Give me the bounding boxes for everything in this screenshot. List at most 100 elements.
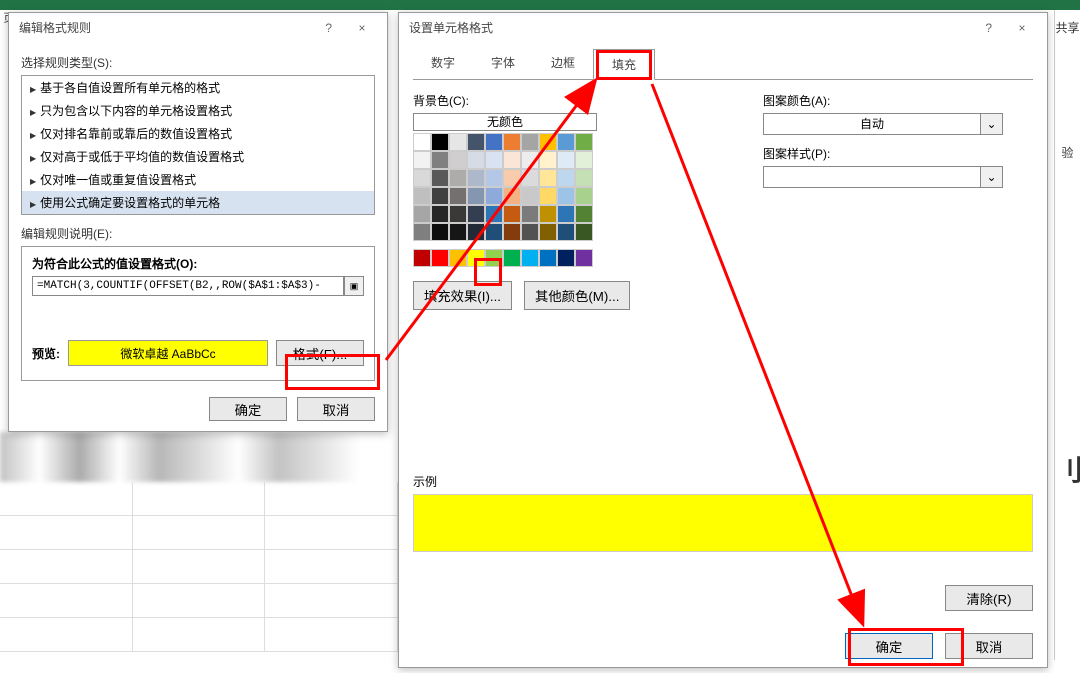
help-icon[interactable]: ? bbox=[314, 21, 344, 35]
color-swatch[interactable] bbox=[521, 205, 539, 223]
color-swatch[interactable] bbox=[521, 223, 539, 241]
color-swatch[interactable] bbox=[485, 223, 503, 241]
color-swatch[interactable] bbox=[485, 205, 503, 223]
color-swatch[interactable] bbox=[431, 169, 449, 187]
color-palette-standard[interactable] bbox=[413, 249, 723, 267]
color-swatch[interactable] bbox=[503, 187, 521, 205]
color-swatch[interactable] bbox=[413, 187, 431, 205]
rule-type-item[interactable]: 使用公式确定要设置格式的单元格 bbox=[22, 191, 374, 214]
pattern-color-combo[interactable]: 自动 ⌄ bbox=[763, 113, 1003, 135]
help-icon[interactable]: ? bbox=[974, 21, 1004, 35]
chevron-down-icon[interactable]: ⌄ bbox=[980, 167, 1002, 187]
color-swatch[interactable] bbox=[413, 133, 431, 151]
color-swatch[interactable] bbox=[467, 205, 485, 223]
color-swatch[interactable] bbox=[521, 133, 539, 151]
color-swatch[interactable] bbox=[467, 187, 485, 205]
ok-button[interactable]: 确定 bbox=[209, 397, 287, 421]
color-swatch[interactable] bbox=[521, 169, 539, 187]
color-swatch[interactable] bbox=[413, 249, 431, 267]
rule-type-item[interactable]: 仅对唯一值或重复值设置格式 bbox=[22, 168, 374, 191]
color-swatch[interactable] bbox=[503, 169, 521, 187]
color-swatch[interactable] bbox=[467, 151, 485, 169]
color-swatch[interactable] bbox=[449, 133, 467, 151]
color-swatch[interactable] bbox=[575, 223, 593, 241]
close-icon[interactable]: × bbox=[1007, 21, 1037, 35]
color-swatch[interactable] bbox=[557, 133, 575, 151]
dialog-titlebar[interactable]: 编辑格式规则 ? × bbox=[9, 13, 387, 42]
color-swatch[interactable] bbox=[557, 249, 575, 267]
color-swatch[interactable] bbox=[557, 223, 575, 241]
color-swatch[interactable] bbox=[503, 205, 521, 223]
pattern-style-combo[interactable]: ⌄ bbox=[763, 166, 1003, 188]
color-swatch[interactable] bbox=[557, 151, 575, 169]
color-swatch[interactable] bbox=[575, 187, 593, 205]
format-button[interactable]: 格式(F)... bbox=[276, 340, 364, 366]
close-icon[interactable]: × bbox=[347, 21, 377, 35]
color-swatch[interactable] bbox=[539, 249, 557, 267]
color-swatch[interactable] bbox=[521, 249, 539, 267]
color-swatch[interactable] bbox=[575, 205, 593, 223]
tab-fill[interactable]: 填充 bbox=[593, 49, 655, 80]
color-swatch[interactable] bbox=[449, 169, 467, 187]
rule-type-item[interactable]: 只为包含以下内容的单元格设置格式 bbox=[22, 99, 374, 122]
color-swatch[interactable] bbox=[449, 205, 467, 223]
color-swatch[interactable] bbox=[413, 223, 431, 241]
color-swatch[interactable] bbox=[575, 249, 593, 267]
color-swatch[interactable] bbox=[431, 151, 449, 169]
rule-type-item[interactable]: 仅对排名靠前或靠后的数值设置格式 bbox=[22, 122, 374, 145]
ok-button[interactable]: 确定 bbox=[845, 633, 933, 659]
color-swatch[interactable] bbox=[431, 133, 449, 151]
tab-border[interactable]: 边框 bbox=[533, 48, 593, 79]
no-color-button[interactable]: 无颜色 bbox=[413, 113, 597, 131]
rule-type-item[interactable]: 仅对高于或低于平均值的数值设置格式 bbox=[22, 145, 374, 168]
color-swatch[interactable] bbox=[467, 133, 485, 151]
clear-button[interactable]: 清除(R) bbox=[945, 585, 1033, 611]
color-swatch[interactable] bbox=[485, 187, 503, 205]
color-swatch[interactable] bbox=[449, 223, 467, 241]
dialog-titlebar[interactable]: 设置单元格格式 ? × bbox=[399, 13, 1047, 42]
color-palette-theme[interactable] bbox=[413, 133, 723, 241]
color-swatch[interactable] bbox=[431, 249, 449, 267]
color-swatch[interactable] bbox=[431, 205, 449, 223]
rule-type-list[interactable]: 基于各自值设置所有单元格的格式 只为包含以下内容的单元格设置格式 仅对排名靠前或… bbox=[21, 75, 375, 215]
color-swatch[interactable] bbox=[431, 223, 449, 241]
color-swatch[interactable] bbox=[449, 187, 467, 205]
color-swatch[interactable] bbox=[503, 133, 521, 151]
color-swatch[interactable] bbox=[539, 169, 557, 187]
chevron-down-icon[interactable]: ⌄ bbox=[980, 114, 1002, 134]
color-swatch[interactable] bbox=[539, 223, 557, 241]
color-swatch[interactable] bbox=[503, 223, 521, 241]
color-swatch[interactable] bbox=[413, 151, 431, 169]
color-swatch[interactable] bbox=[557, 205, 575, 223]
color-swatch[interactable] bbox=[521, 151, 539, 169]
color-swatch[interactable] bbox=[575, 151, 593, 169]
more-colors-button[interactable]: 其他颜色(M)... bbox=[524, 281, 630, 310]
color-swatch[interactable] bbox=[539, 133, 557, 151]
color-swatch[interactable] bbox=[539, 187, 557, 205]
color-swatch[interactable] bbox=[413, 205, 431, 223]
cancel-button[interactable]: 取消 bbox=[945, 633, 1033, 659]
tab-number[interactable]: 数字 bbox=[413, 48, 473, 79]
color-swatch[interactable] bbox=[485, 151, 503, 169]
color-swatch[interactable] bbox=[413, 169, 431, 187]
color-swatch[interactable] bbox=[449, 249, 467, 267]
tab-font[interactable]: 字体 bbox=[473, 48, 533, 79]
color-swatch[interactable] bbox=[575, 133, 593, 151]
color-swatch[interactable] bbox=[575, 169, 593, 187]
color-swatch[interactable] bbox=[521, 187, 539, 205]
color-swatch[interactable] bbox=[467, 249, 485, 267]
color-swatch[interactable] bbox=[467, 223, 485, 241]
color-swatch[interactable] bbox=[503, 249, 521, 267]
color-swatch[interactable] bbox=[557, 187, 575, 205]
formula-input[interactable] bbox=[32, 276, 344, 296]
cancel-button[interactable]: 取消 bbox=[297, 397, 375, 421]
rule-type-item[interactable]: 基于各自值设置所有单元格的格式 bbox=[22, 76, 374, 99]
fill-effects-button[interactable]: 填充效果(I)... bbox=[413, 281, 512, 310]
color-swatch[interactable] bbox=[431, 187, 449, 205]
range-selector-button[interactable]: ▣ bbox=[344, 276, 364, 296]
color-swatch[interactable] bbox=[485, 249, 503, 267]
color-swatch[interactable] bbox=[539, 205, 557, 223]
color-swatch[interactable] bbox=[557, 169, 575, 187]
color-swatch[interactable] bbox=[449, 151, 467, 169]
color-swatch[interactable] bbox=[485, 169, 503, 187]
